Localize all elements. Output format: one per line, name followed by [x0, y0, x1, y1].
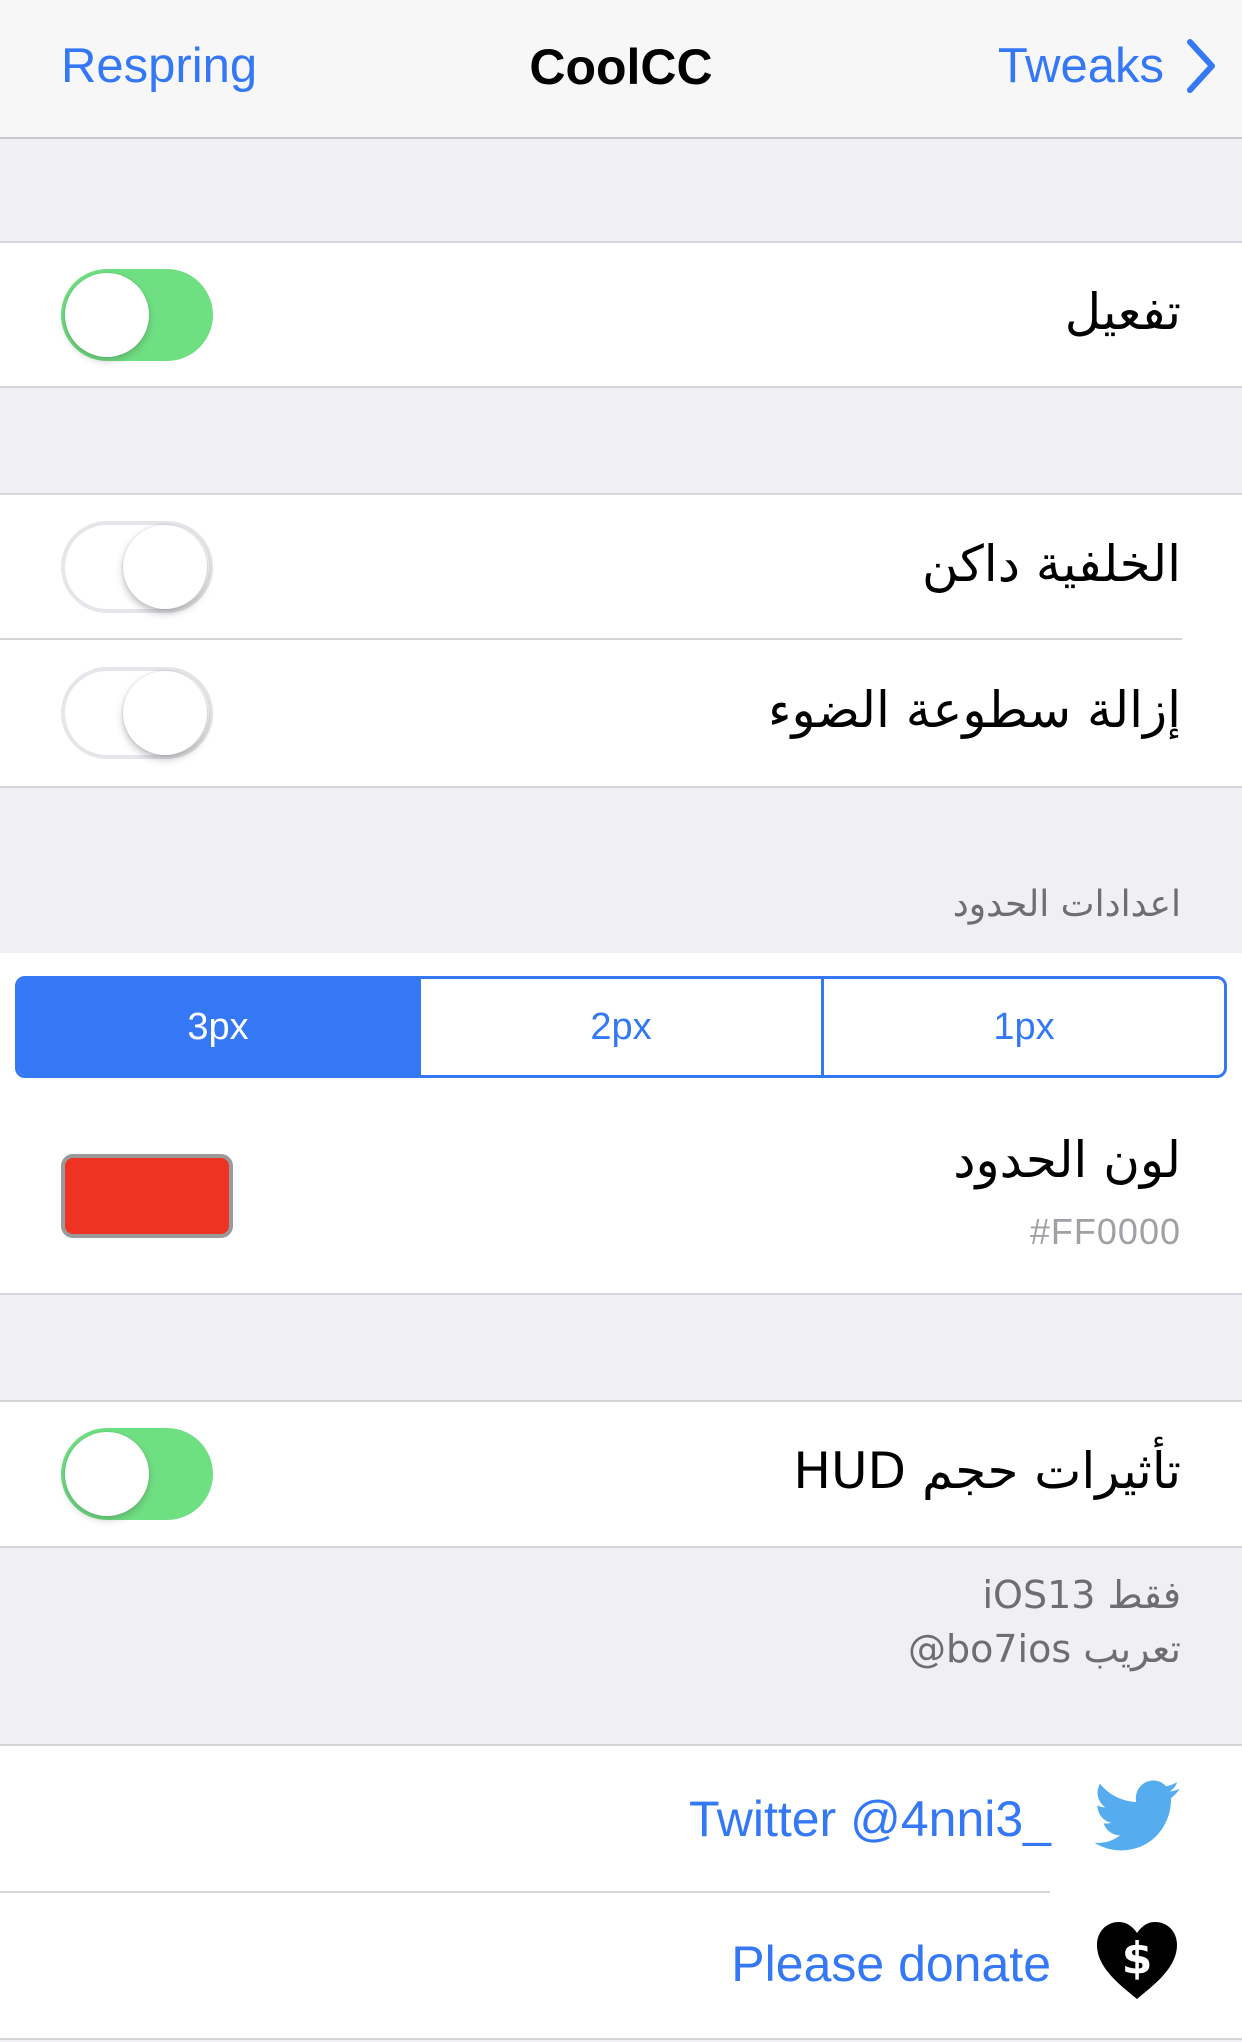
hud-effects-toggle[interactable] — [61, 1428, 213, 1520]
hud-effects-label: تأثيرات حجم HUD — [793, 1442, 1181, 1500]
border-color-swatch[interactable] — [61, 1154, 233, 1238]
border-settings-header: اعدادات الحدود — [952, 884, 1181, 925]
separator — [0, 2038, 1242, 2040]
separator — [0, 786, 1242, 788]
donate-link[interactable]: Please donate — [731, 1935, 1051, 1993]
hud-cell: تأثيرات حجم HUD — [0, 1402, 1242, 1547]
svg-text:$: $ — [1122, 1933, 1153, 1984]
toggle-knob — [65, 273, 149, 357]
separator — [0, 638, 1182, 640]
dark-background-toggle[interactable] — [61, 521, 213, 613]
remove-brightness-label: إزالة سطوعة الضوء — [768, 681, 1181, 739]
enable-cell: تفعيل — [0, 243, 1242, 386]
toggle-knob — [65, 1432, 149, 1516]
hud-footer-line1: فقط iOS13 — [982, 1573, 1182, 1617]
segment-1px[interactable]: 1px — [821, 979, 1224, 1075]
tweaks-button[interactable]: Tweaks — [998, 38, 1216, 94]
border-width-segmented-control: 3px 2px 1px — [15, 976, 1227, 1078]
settings-page: Respring CoolCC Tweaks تفعيل الخلفية داك… — [0, 0, 1242, 2042]
appearance-group: الخلفية داكن إزالة سطوعة الضوء — [0, 495, 1242, 787]
navigation-bar: Respring CoolCC Tweaks — [0, 0, 1242, 139]
heart-dollar-icon: $ — [1097, 1922, 1177, 1999]
tweaks-button-label: Tweaks — [997, 39, 1164, 93]
separator — [0, 1546, 1242, 1548]
enable-toggle[interactable] — [61, 269, 213, 361]
separator — [0, 1293, 1242, 1295]
toggle-knob — [123, 671, 207, 755]
toggle-knob — [123, 525, 207, 609]
border-color-label: لون الحدود — [953, 1131, 1181, 1189]
dark-background-label: الخلفية داكن — [921, 535, 1181, 593]
links-group: Twitter @4nni3_ Please donate $ — [0, 1746, 1242, 2038]
separator — [0, 386, 1242, 388]
twitter-bird-icon — [1095, 1780, 1180, 1851]
twitter-link-row[interactable]: Twitter @4nni3_ — [0, 1746, 1242, 1891]
donate-link-row[interactable]: Please donate $ — [0, 1893, 1242, 2038]
remove-brightness-toggle[interactable] — [61, 667, 213, 759]
segment-3px[interactable]: 3px — [18, 979, 418, 1075]
hud-footer-line2: تعريب bo7ios@ — [908, 1627, 1181, 1671]
twitter-link[interactable]: Twitter @4nni3_ — [689, 1790, 1051, 1848]
border-color-hex: #FF0000 — [1029, 1211, 1181, 1252]
chevron-right-icon — [1187, 39, 1215, 93]
segment-2px[interactable]: 2px — [418, 979, 821, 1075]
enable-label: تفعيل — [1064, 283, 1181, 341]
